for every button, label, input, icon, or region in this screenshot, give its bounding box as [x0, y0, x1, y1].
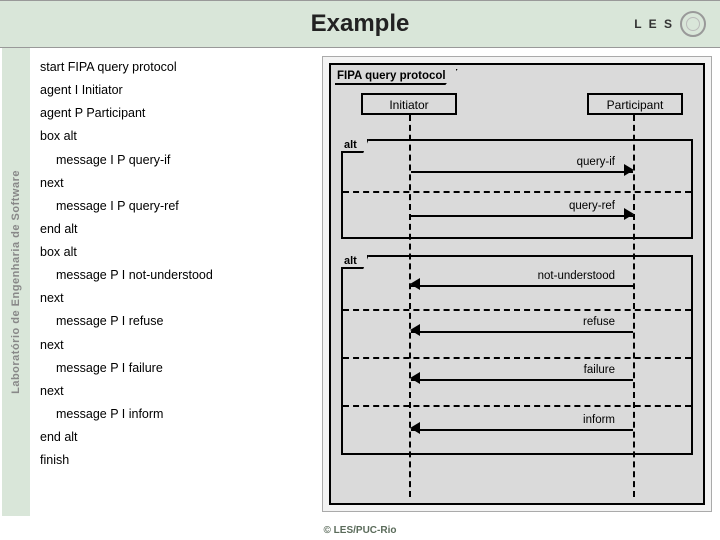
- message-label: inform: [581, 414, 617, 426]
- alt-label: alt: [341, 255, 369, 269]
- code-line: end alt: [40, 426, 312, 449]
- code-line: agent P Participant: [40, 102, 312, 125]
- message-refuse: refuse: [411, 319, 633, 335]
- code-line: start FIPA query protocol: [40, 56, 312, 79]
- lifeline-initiator: Initiator: [361, 93, 457, 115]
- sidebar-label: Laboratório de Engenharia de Software: [10, 170, 22, 394]
- code-line: message P I failure: [40, 357, 312, 380]
- code-line: end alt: [40, 218, 312, 241]
- message-label: failure: [582, 364, 617, 376]
- code-line: box alt: [40, 125, 312, 148]
- alt-label: alt: [341, 139, 369, 153]
- message-inform: inform: [411, 417, 633, 433]
- code-line: message P I inform: [40, 403, 312, 426]
- code-line: agent I Initiator: [40, 79, 312, 102]
- diagram-frame: FIPA query protocol Initiator Participan…: [329, 63, 705, 505]
- alt-separator: [343, 405, 691, 407]
- message-label: not-understood: [536, 270, 617, 282]
- alt-box-2: alt not-understood refuse failure inf: [341, 255, 693, 455]
- message-not-understood: not-understood: [411, 273, 633, 289]
- sequence-diagram: FIPA query protocol Initiator Participan…: [322, 56, 712, 512]
- les-logo-icon: [680, 11, 706, 37]
- code-line: finish: [40, 449, 312, 472]
- slide-header: Example L E S: [0, 0, 720, 48]
- footer-copyright: © LES/PUC-Rio: [0, 525, 720, 536]
- alt-separator: [343, 357, 691, 359]
- message-label: query-if: [575, 156, 617, 168]
- code-line: message I P query-if: [40, 149, 312, 172]
- message-query-if: query-if: [411, 159, 633, 175]
- code-line: box alt: [40, 241, 312, 264]
- les-logo: L E S: [634, 11, 706, 37]
- lifeline-participant: Participant: [587, 93, 683, 115]
- main-area: start FIPA query protocolagent I Initiat…: [32, 56, 712, 512]
- code-line: next: [40, 334, 312, 357]
- message-failure: failure: [411, 367, 633, 383]
- sidebar-strip: Laboratório de Engenharia de Software: [2, 48, 30, 516]
- slide-title: Example: [311, 10, 410, 38]
- message-label: refuse: [581, 316, 617, 328]
- message-label: query-ref: [567, 200, 617, 212]
- alt-separator: [343, 309, 691, 311]
- dsl-code-block: start FIPA query protocolagent I Initiat…: [32, 56, 312, 512]
- diagram-title: FIPA query protocol: [335, 69, 458, 85]
- code-line: next: [40, 287, 312, 310]
- alt-separator: [343, 191, 691, 193]
- alt-box-1: alt query-if query-ref: [341, 139, 693, 239]
- code-line: message P I refuse: [40, 310, 312, 333]
- code-line: next: [40, 380, 312, 403]
- code-line: message I P query-ref: [40, 195, 312, 218]
- code-line: message P I not-understood: [40, 264, 312, 287]
- message-query-ref: query-ref: [411, 203, 633, 219]
- code-line: next: [40, 172, 312, 195]
- les-logo-text: L E S: [634, 17, 674, 31]
